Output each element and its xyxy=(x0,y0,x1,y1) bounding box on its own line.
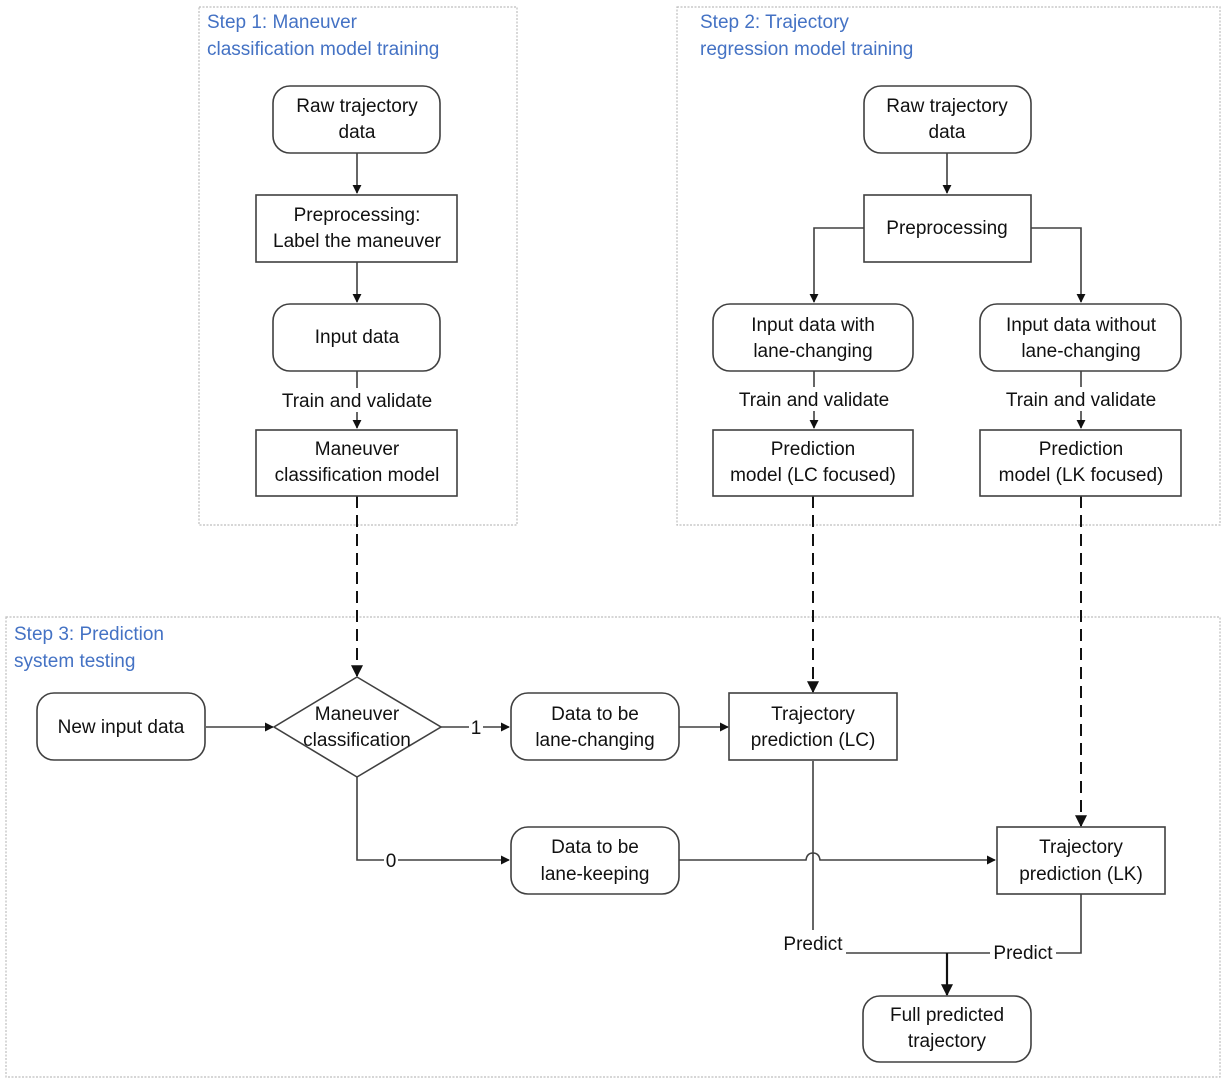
node-s3-traj-lc-line2: prediction (LC) xyxy=(751,730,876,751)
edge-label-s2-train-lc: Train and validate xyxy=(739,390,889,411)
node-s1-pre-line1: Preprocessing: xyxy=(294,205,421,226)
node-s1-pre-line2: Label the maneuver xyxy=(273,231,442,252)
node-s2-input-lc-line1: Input data with xyxy=(751,315,875,336)
edge-s2-pre-to-input-lc xyxy=(809,227,864,303)
edge-s3-traj-lk-down xyxy=(1056,894,1082,954)
edge-label-s2-train-lk: Train and validate xyxy=(1006,390,1156,411)
node-s2-model-lk-line1: Prediction xyxy=(1039,439,1124,460)
node-s1-classification-model: Maneuver classification model xyxy=(255,429,458,497)
node-s3-data-lk-line1: Data to be xyxy=(551,837,639,858)
node-s3-decision-line2: classification xyxy=(303,730,411,751)
node-s3-trajectory-prediction-lk: Trajectory prediction (LK) xyxy=(996,826,1166,895)
node-s3-data-lc-line1: Data to be xyxy=(551,704,639,725)
group-step1-title-line2: classification model training xyxy=(207,39,439,60)
node-s2-raw-line1: Raw trajectory xyxy=(886,96,1008,117)
node-s2-input-lk-line1: Input data without xyxy=(1006,315,1157,336)
node-s3-maneuver-classification-decision: Maneuver classification xyxy=(272,676,443,778)
edge-label-branch-1: 1 xyxy=(471,718,482,739)
edge-label-s1-train: Train and validate xyxy=(282,391,432,412)
node-s2-input-lc-line2: lane-changing xyxy=(753,341,872,362)
edge-label-predict-lk: Predict xyxy=(993,943,1053,964)
node-s1-raw-line1: Raw trajectory xyxy=(296,96,418,117)
edge-label-branch-0: 0 xyxy=(386,851,397,872)
node-s2-input-with-lane-changing: Input data with lane-changing xyxy=(712,303,914,372)
node-s2-model-lk-line2: model (LK focused) xyxy=(999,465,1164,486)
node-s3-data-lane-keeping: Data to be lane-keeping xyxy=(510,826,680,895)
flowchart-canvas: Step 1: Maneuver classification model tr… xyxy=(5,6,1221,1078)
node-s1-model-line1: Maneuver xyxy=(315,439,400,460)
node-s3-full-line1: Full predicted xyxy=(890,1005,1004,1026)
edge-s3-data-lk-to-traj-lk xyxy=(679,852,996,865)
node-s2-model-lc-line1: Prediction xyxy=(771,439,856,460)
node-s3-new-input-data: New input data xyxy=(36,692,206,761)
node-s2-prediction-model-lc: Prediction model (LC focused) xyxy=(712,429,914,497)
group-step1-title-line1: Step 1: Maneuver xyxy=(207,12,358,33)
node-s3-traj-lk-line1: Trajectory xyxy=(1039,837,1123,858)
node-s2-raw-trajectory: Raw trajectory data xyxy=(863,85,1032,154)
edge-s2-pre-to-input-lk xyxy=(1031,227,1086,303)
node-s3-data-lane-changing: Data to be lane-changing xyxy=(510,692,680,761)
node-s1-input-data: Input data xyxy=(272,303,441,372)
edge-label-predict-lc: Predict xyxy=(783,934,843,955)
node-s2-raw-line2: data xyxy=(929,122,966,143)
group-step2-title-line2: regression model training xyxy=(700,39,913,60)
node-s2-input-without-lane-changing: Input data without lane-changing xyxy=(979,303,1182,372)
node-s3-full-predicted-trajectory: Full predicted trajectory xyxy=(862,995,1032,1063)
node-s3-trajectory-prediction-lc: Trajectory prediction (LC) xyxy=(728,692,898,761)
node-s3-new-line1: New input data xyxy=(58,717,185,738)
node-s3-traj-lc-line1: Trajectory xyxy=(771,704,855,725)
node-s1-raw-trajectory: Raw trajectory data xyxy=(272,85,441,154)
node-s3-data-lk-line2: lane-keeping xyxy=(541,864,650,885)
node-s3-traj-lk-line2: prediction (LK) xyxy=(1019,864,1143,885)
node-s1-input-line1: Input data xyxy=(315,327,400,348)
node-s3-decision-line1: Maneuver xyxy=(315,704,400,725)
node-s2-pre-line1: Preprocessing xyxy=(886,218,1007,239)
node-s3-full-line2: trajectory xyxy=(908,1031,987,1052)
group-step3-title-line1: Step 3: Prediction xyxy=(14,624,164,645)
group-step2-title-line1: Step 2: Trajectory xyxy=(700,12,849,33)
node-s2-preprocessing: Preprocessing xyxy=(863,194,1032,263)
node-s1-preprocessing: Preprocessing: Label the maneuver xyxy=(255,194,458,263)
edge-s3-decision-to-data-lk xyxy=(356,777,510,865)
node-s2-prediction-model-lk: Prediction model (LK focused) xyxy=(979,429,1182,497)
node-s2-model-lc-line2: model (LC focused) xyxy=(730,465,896,486)
node-s2-input-lk-line2: lane-changing xyxy=(1021,341,1140,362)
group-step3-title-line2: system testing xyxy=(14,651,135,672)
node-s1-raw-line2: data xyxy=(339,122,376,143)
node-s1-model-line2: classification model xyxy=(275,465,440,486)
node-s3-data-lc-line2: lane-changing xyxy=(535,730,654,751)
